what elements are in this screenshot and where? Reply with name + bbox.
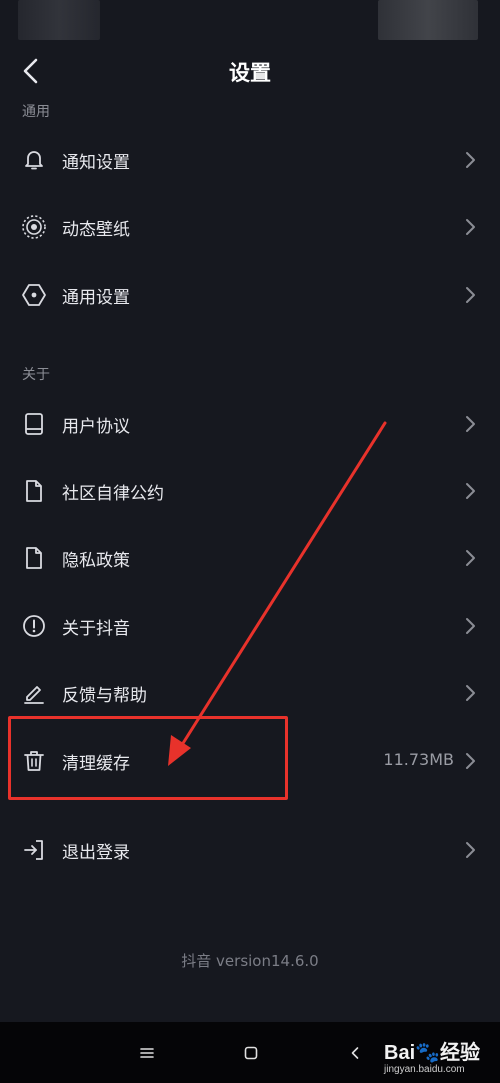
chevron-right-icon	[466, 685, 475, 701]
settings-item-label: 社区自律公约	[62, 484, 164, 504]
nav-menu-button[interactable]	[130, 1036, 164, 1070]
chevron-right-icon	[466, 618, 475, 634]
bell-icon	[20, 146, 48, 174]
baidu-jingyan-watermark: Bai🐾经验 jingyan.baidu.com	[382, 1030, 494, 1080]
section-label-general: 通用	[22, 104, 50, 120]
settings-item-logout[interactable]: 退出登录	[0, 822, 500, 878]
watermark-brand: Bai🐾经验	[384, 1042, 481, 1064]
status-bar-right-blurred	[378, 0, 478, 40]
settings-item-label: 关于抖音	[62, 619, 130, 639]
document-icon	[20, 544, 48, 572]
chevron-right-icon	[466, 219, 475, 235]
watermark-url: jingyan.baidu.com	[384, 1064, 465, 1075]
cache-size-value: 11.73MB	[383, 750, 454, 769]
document-icon	[20, 477, 48, 505]
settings-item-label: 退出登录	[62, 843, 130, 863]
hexagon-settings-icon	[20, 281, 48, 309]
app-version-text: 抖音 version14.6.0	[181, 952, 319, 970]
settings-item-agreement[interactable]: 用户协议	[0, 396, 500, 452]
settings-item-privacy[interactable]: 隐私政策	[0, 530, 500, 586]
chevron-right-icon	[466, 483, 475, 499]
settings-item-community[interactable]: 社区自律公约	[0, 463, 500, 519]
settings-item-notify[interactable]: 通知设置	[0, 132, 500, 188]
status-bar-left-blurred	[18, 0, 100, 40]
annotation-highlight-box	[8, 716, 288, 800]
page-title: 设置	[229, 61, 271, 85]
info-circle-icon	[20, 612, 48, 640]
settings-item-label: 用户协议	[62, 417, 130, 437]
chevron-left-icon	[351, 1047, 359, 1059]
live-wallpaper-icon	[20, 213, 48, 241]
header: 设置	[0, 48, 500, 94]
status-bar	[0, 0, 500, 48]
settings-item-label: 通用设置	[62, 288, 130, 308]
section-label-about: 关于	[22, 367, 50, 383]
nav-home-button[interactable]	[234, 1036, 268, 1070]
chevron-right-icon	[466, 550, 475, 566]
chevron-right-icon	[466, 842, 475, 858]
chevron-right-icon	[466, 287, 475, 303]
chevron-right-icon	[466, 416, 475, 432]
settings-item-general[interactable]: 通用设置	[0, 267, 500, 323]
chevron-right-icon	[466, 152, 475, 168]
chevron-right-icon	[466, 753, 475, 769]
settings-item-label: 隐私政策	[62, 551, 130, 571]
settings-item-feedback[interactable]: 反馈与帮助	[0, 665, 500, 721]
settings-item-wallpaper[interactable]: 动态壁纸	[0, 199, 500, 255]
settings-item-label: 通知设置	[62, 153, 130, 173]
settings-item-about[interactable]: 关于抖音	[0, 598, 500, 654]
settings-item-label: 动态壁纸	[62, 220, 130, 240]
menu-icon	[140, 1048, 154, 1058]
home-square-icon	[244, 1046, 258, 1060]
logout-icon	[20, 836, 48, 864]
nav-back-button[interactable]	[338, 1036, 372, 1070]
book-icon	[20, 410, 48, 438]
settings-item-label: 反馈与帮助	[62, 686, 147, 706]
pencil-icon	[20, 679, 48, 707]
